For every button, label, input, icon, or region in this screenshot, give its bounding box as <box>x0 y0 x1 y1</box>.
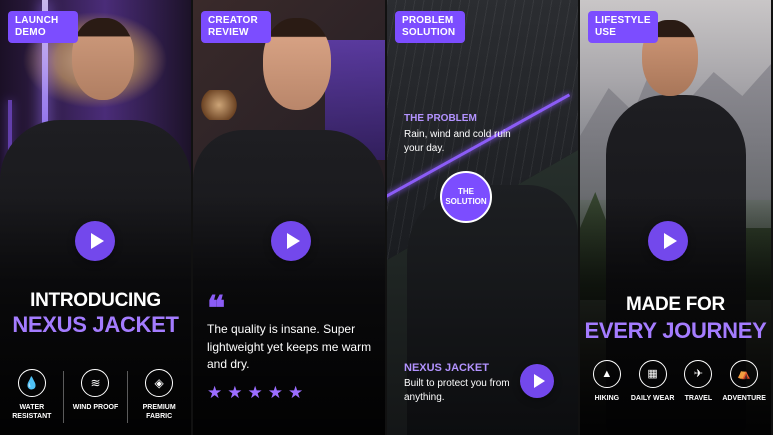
feature-item: ✈ Travel <box>676 360 720 403</box>
mountain-icon: ▲ <box>592 360 621 388</box>
water-drop-icon: 💧 <box>17 369 46 397</box>
star-icon: ★ <box>227 383 243 402</box>
star-icon: ★ <box>267 383 283 402</box>
feature-label: Travel <box>684 395 713 402</box>
tent-icon: ⛺ <box>730 360 759 388</box>
play-icon <box>663 233 677 249</box>
problem-text: Rain, wind and cold ruin your day. <box>404 129 511 154</box>
feature-label: Adventure <box>722 395 766 402</box>
feature-item: ▦ Daily Wear <box>631 360 675 403</box>
panel-creator-review[interactable]: Creator Review ❝ The quality is insane. … <box>193 0 385 435</box>
solution-badge: The Solution <box>440 171 492 223</box>
airplane-icon: ✈ <box>684 360 713 388</box>
play-icon <box>533 374 545 388</box>
feature-item: ◈ Premium Fabric <box>127 369 187 423</box>
play-icon <box>90 233 104 249</box>
feature-list: ▲ Hiking ▦ Daily Wear ✈ Travel ⛺ Adventu… <box>580 360 771 403</box>
problem-title: THE PROBLEM <box>404 113 477 124</box>
star-rating: ★ ★ ★ ★ ★ <box>207 384 303 401</box>
layers-icon: ◈ <box>145 369 174 397</box>
category-badge: Problem Solution <box>395 11 465 43</box>
headline: INTRODUCING <box>30 290 161 311</box>
headline: MADE FOR <box>626 294 725 315</box>
category-badge: Launch Demo <box>8 11 78 43</box>
feature-item: ▲ Hiking <box>585 360 629 403</box>
feature-item: ⛺ Adventure <box>722 360 766 403</box>
feature-item: ≋ Wind Proof <box>63 369 123 423</box>
product-text: Built to protect you from anything. <box>404 378 510 403</box>
category-badge: Creator Review <box>201 11 271 43</box>
feature-label: Hiking <box>594 395 620 402</box>
play-button[interactable] <box>271 221 311 261</box>
panel-launch-demo[interactable]: Launch Demo INTRODUCING NEXUS JACKET 💧 W… <box>0 0 191 435</box>
feature-list: 💧 Water Resistant ≋ Wind Proof ◈ Premium… <box>0 369 191 423</box>
feature-label: Wind Proof <box>72 404 119 411</box>
feature-label: Water Resistant <box>12 404 52 420</box>
feature-label: Daily Wear <box>630 395 675 402</box>
building-icon: ▦ <box>638 360 667 388</box>
headline-accent: EVERY JOURNEY <box>584 318 767 343</box>
panel-problem-solution[interactable]: Problem Solution THE PROBLEM Rain, wind … <box>387 0 578 435</box>
star-icon: ★ <box>288 383 304 402</box>
category-badge: Lifestyle Use <box>588 11 658 43</box>
feature-item: 💧 Water Resistant <box>4 369 60 421</box>
video-thumbnail-strip: Launch Demo INTRODUCING NEXUS JACKET 💧 W… <box>0 0 773 435</box>
play-button[interactable] <box>75 221 115 261</box>
feature-label: Premium Fabric <box>142 404 176 420</box>
play-button[interactable] <box>520 364 554 398</box>
star-icon: ★ <box>247 383 263 402</box>
product-title: NEXUS JACKET <box>404 362 489 374</box>
review-quote: The quality is insane. Super lightweight… <box>207 322 372 371</box>
play-button[interactable] <box>648 221 688 261</box>
play-icon <box>286 233 300 249</box>
wind-icon: ≋ <box>81 369 110 397</box>
headline-accent: NEXUS JACKET <box>12 312 179 337</box>
star-icon: ★ <box>207 383 223 402</box>
panel-lifestyle-use[interactable]: Lifestyle Use MADE FOR EVERY JOURNEY ▲ H… <box>580 0 771 435</box>
